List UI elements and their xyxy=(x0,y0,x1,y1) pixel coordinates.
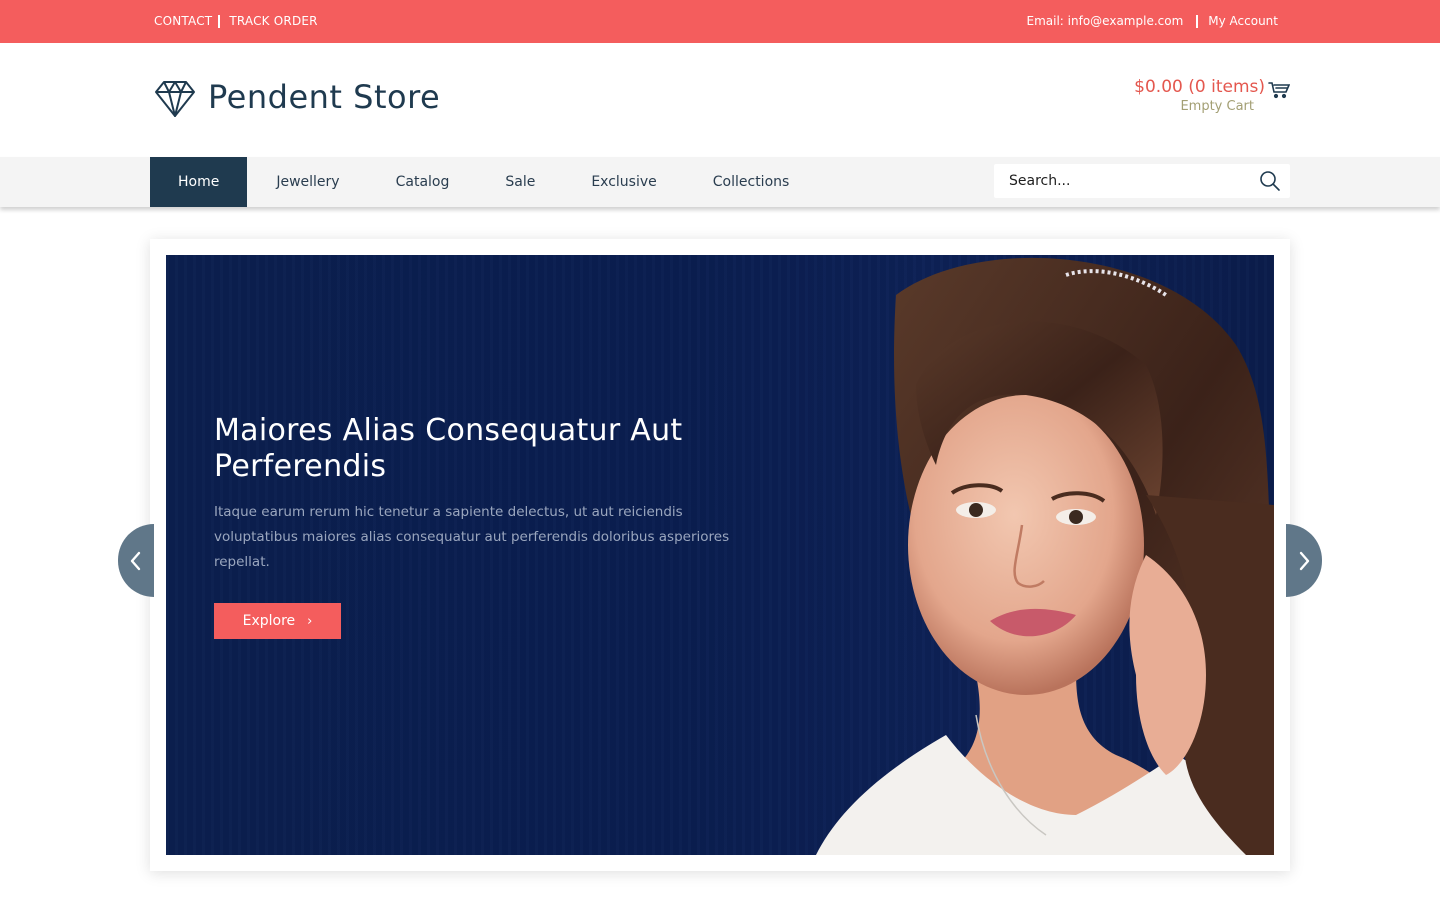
explore-button-label: Explore xyxy=(242,613,296,629)
mini-cart[interactable]: $0.00 (0 items) Empty Cart xyxy=(1110,77,1290,121)
slider-next-button[interactable] xyxy=(1286,524,1322,597)
email-link[interactable]: Email: info@example.com xyxy=(1027,14,1184,28)
hero-slide: Maiores Alias Consequatur Aut Perferendi… xyxy=(166,255,1274,855)
my-account-link[interactable]: My Account xyxy=(1208,14,1278,28)
explore-button[interactable]: Explore › xyxy=(214,603,341,639)
cart-total[interactable]: $0.00 (0 items) xyxy=(1134,77,1265,97)
chevron-left-icon xyxy=(130,551,141,570)
main-nav: Home Jewellery Catalog Sale Exclusive Co… xyxy=(150,157,817,207)
top-links-left: CONTACT TRACK ORDER xyxy=(154,14,318,28)
search-box xyxy=(994,164,1290,198)
cart-status: Empty Cart xyxy=(1180,99,1254,114)
nav-item-catalog[interactable]: Catalog xyxy=(368,157,478,207)
nav-item-collections[interactable]: Collections xyxy=(685,157,818,207)
track-order-link[interactable]: TRACK ORDER xyxy=(229,14,317,28)
shopping-cart-icon[interactable] xyxy=(1268,81,1290,99)
divider xyxy=(1196,14,1199,28)
diamond-icon xyxy=(155,81,195,117)
site-header: Pendent Store $0.00 (0 items) Empty Cart xyxy=(0,43,1440,157)
nav-item-jewellery[interactable]: Jewellery xyxy=(247,157,367,207)
divider xyxy=(218,14,221,28)
top-bar: CONTACT TRACK ORDER Email: info@example.… xyxy=(0,0,1440,43)
top-links-right: Email: info@example.com My Account xyxy=(1027,14,1278,28)
chevron-right-icon: › xyxy=(307,613,313,629)
main-navbar: Home Jewellery Catalog Sale Exclusive Co… xyxy=(0,157,1440,207)
chevron-right-icon xyxy=(1299,551,1310,570)
nav-item-sale[interactable]: Sale xyxy=(477,157,563,207)
hero-slider: Maiores Alias Consequatur Aut Perferendi… xyxy=(150,239,1290,871)
nav-item-exclusive[interactable]: Exclusive xyxy=(563,157,684,207)
contact-link[interactable]: CONTACT xyxy=(154,14,212,28)
model-portrait-image xyxy=(816,258,1274,855)
search-input[interactable] xyxy=(994,164,1244,198)
slide-title: Maiores Alias Consequatur Aut Perferendi… xyxy=(214,413,683,484)
slider-prev-button[interactable] xyxy=(118,524,154,597)
slide-description: Itaque earum rerum hic tenetur a sapient… xyxy=(214,504,730,570)
search-icon[interactable] xyxy=(1258,169,1282,193)
nav-item-home[interactable]: Home xyxy=(150,157,248,207)
store-name[interactable]: Pendent Store xyxy=(208,78,440,116)
